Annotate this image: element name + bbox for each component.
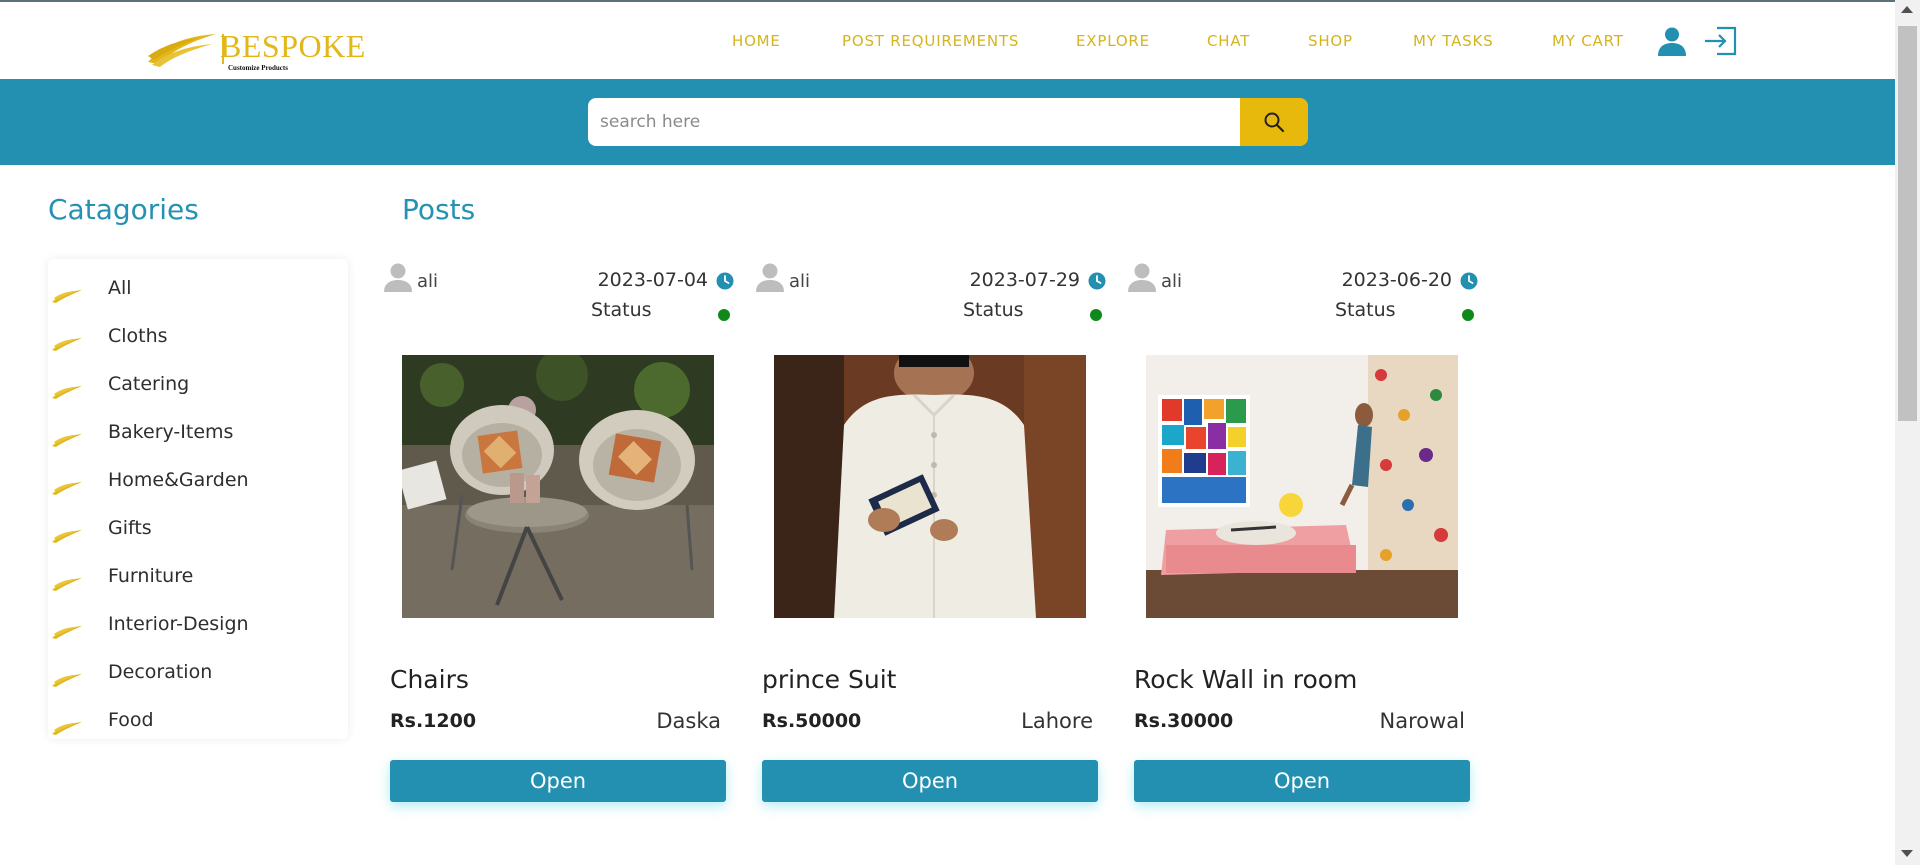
nav-my-cart[interactable]: MY CART [1552,32,1624,50]
post-city: Lahore [1021,709,1093,733]
search-icon [1264,112,1285,133]
post-title: Rock Wall in room [1134,665,1358,694]
search-input[interactable] [588,98,1242,146]
category-item-bakery-items[interactable]: Bakery-Items [48,411,348,451]
clock-icon [716,272,734,290]
categories-heading: Catagories [48,193,199,226]
post-status-label: Status [963,299,1024,321]
post-card: ali 2023-07-29 Status prince Suit Rs.500… [754,259,1114,819]
category-item-all[interactable]: All [48,267,348,307]
category-label: Decoration [108,661,213,683]
brand-name: BESPOKE [220,28,366,64]
search-button[interactable] [1240,98,1308,146]
post-date: 2023-06-20 [1341,269,1452,291]
category-label: Interior-Design [108,613,249,635]
categories-list: All Cloths Catering Bakery-Items Home&Ga… [48,259,348,739]
post-card: ali 2023-06-20 Status Rock Wall in room … [1126,259,1486,819]
post-price: Rs.30000 [1134,710,1234,732]
post-image-rock-wall[interactable] [1146,355,1458,618]
wing-icon [52,338,82,351]
status-indicator [1462,309,1474,321]
category-label: Catering [108,373,190,395]
avatar-icon [384,263,412,292]
category-item-catering[interactable]: Catering [48,363,348,403]
category-item-home-garden[interactable]: Home&Garden [48,459,348,499]
category-label: All [108,277,132,299]
category-label: Home&Garden [108,469,249,491]
status-indicator [1090,309,1102,321]
post-date: 2023-07-04 [597,269,708,291]
nav-explore[interactable]: EXPLORE [1076,32,1150,50]
nav-home[interactable]: HOME [732,32,781,50]
post-price: Rs.1200 [390,710,477,732]
category-label: Cloths [108,325,168,347]
post-city: Narowal [1379,709,1465,733]
post-image-prince-suit[interactable] [774,355,1086,618]
nav-shop[interactable]: SHOP [1308,32,1353,50]
post-image-chairs[interactable] [402,355,714,618]
category-item-food[interactable]: Food [48,699,348,739]
wing-icon [52,386,82,399]
brand-logo[interactable]: BESPOKE Customize Products [146,28,365,74]
post-date: 2023-07-29 [969,269,1080,291]
category-item-gifts[interactable]: Gifts [48,507,348,547]
scrollbar-thumb[interactable] [1898,26,1917,421]
logout-icon[interactable] [1703,26,1739,60]
nav-my-tasks[interactable]: MY TASKS [1413,32,1493,50]
post-status-label: Status [1335,299,1396,321]
wing-icon [52,290,82,303]
wing-icon [52,530,82,543]
post-card: ali 2023-07-04 Status Chairs Rs.1200 Das… [382,259,742,819]
scroll-down-arrow-icon[interactable] [1901,850,1913,857]
status-indicator [718,309,730,321]
post-price: Rs.50000 [762,710,862,732]
category-label: Furniture [108,565,194,587]
post-title: Chairs [390,665,469,694]
header: BESPOKE Customize Products HOME POST REQ… [0,2,1895,79]
wing-icon [52,434,82,447]
brand-tagline: Customize Products [228,64,288,72]
nav-post-requirements[interactable]: POST REQUIREMENTS [842,32,1019,50]
post-author: ali [789,271,811,292]
post-city: Daska [656,709,721,733]
post-title: prince Suit [762,665,897,694]
wing-icon [52,482,82,495]
clock-icon [1088,272,1106,290]
scroll-up-arrow-icon[interactable] [1901,6,1913,13]
category-item-cloths[interactable]: Cloths [48,315,348,355]
clock-icon [1460,272,1478,290]
wing-logo-icon [148,34,216,67]
category-item-decoration[interactable]: Decoration [48,651,348,691]
category-item-interior-design[interactable]: Interior-Design [48,603,348,643]
category-label: Gifts [108,517,152,539]
wing-icon [52,578,82,591]
open-post-button[interactable]: Open [762,760,1098,802]
post-author: ali [417,271,439,292]
avatar-icon [756,263,784,292]
wing-icon [52,722,82,735]
post-status-label: Status [591,299,652,321]
open-post-button[interactable]: Open [390,760,726,802]
post-author: ali [1161,271,1183,292]
category-label: Food [108,709,154,731]
category-item-furniture[interactable]: Furniture [48,555,348,595]
user-icon[interactable] [1657,26,1687,60]
category-label: Bakery-Items [108,421,234,443]
posts-heading: Posts [402,193,476,226]
avatar-icon [1128,263,1156,292]
nav-chat[interactable]: CHAT [1207,32,1250,50]
wing-icon [52,674,82,687]
wing-icon [52,626,82,639]
open-post-button[interactable]: Open [1134,760,1470,802]
